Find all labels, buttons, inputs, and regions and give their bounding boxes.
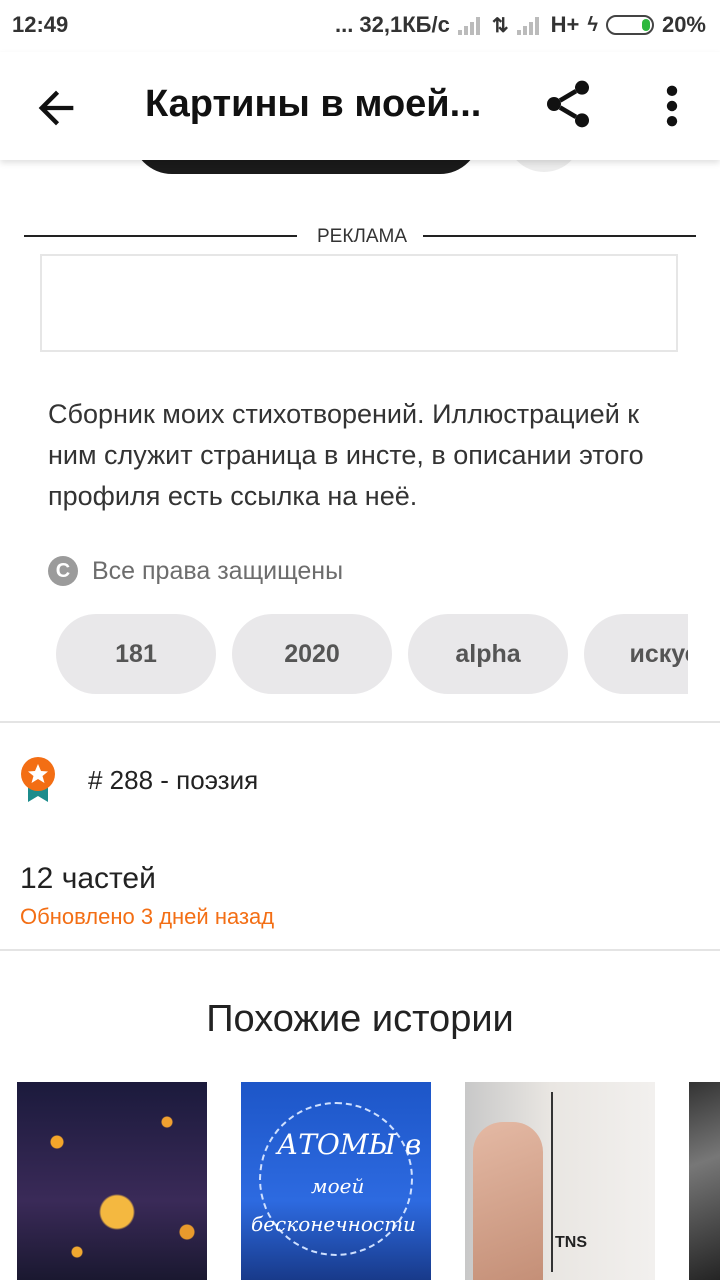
divider-line <box>24 235 297 237</box>
share-button[interactable] <box>540 76 596 132</box>
more-vert-icon <box>666 85 678 127</box>
cover-title: бесконечности <box>251 1212 416 1236</box>
more-options-button[interactable] <box>656 80 688 132</box>
data-arrows-icon: ⇅ <box>491 14 509 37</box>
ranking-row[interactable]: # 288 - поэзия <box>18 756 258 804</box>
signal-icon <box>457 15 484 35</box>
cover-title: TNS <box>555 1234 587 1251</box>
charging-icon: ϟ <box>587 13 598 36</box>
copyright-row: C Все права защищены <box>48 556 343 586</box>
battery-icon <box>605 15 654 35</box>
app-bar: Картины в моей... <box>0 52 720 160</box>
status-icons: ... 32,1КБ/с ⇅ H+ ϟ 20% <box>335 12 706 38</box>
story-description: Сборник моих стихотворений. Иллюстрацией… <box>48 399 644 511</box>
status-bar: 12:49 ... 32,1КБ/с ⇅ H+ ϟ 20% <box>0 0 720 52</box>
cover-title: АТОМЫ в <box>277 1128 422 1161</box>
story-cover[interactable] <box>689 1082 720 1280</box>
story-cover[interactable]: TNS <box>465 1082 655 1280</box>
copyright-icon: C <box>48 556 78 586</box>
battery-percent: 20% <box>661 12 706 37</box>
section-divider <box>0 721 720 723</box>
story-cover[interactable]: АТОМЫ в моей бесконечности <box>241 1082 431 1280</box>
updated-time: Обновлено 3 дней назад <box>20 904 275 929</box>
similar-stories-title: Похожие истории <box>206 998 514 1040</box>
parts-count[interactable]: 12 частей <box>20 862 156 896</box>
page-title: Картины в моей... <box>145 83 482 125</box>
network-type: H+ <box>550 12 580 37</box>
tag-chip[interactable]: искус <box>584 614 688 694</box>
ad-header: РЕКЛАМА <box>24 222 696 252</box>
back-button[interactable] <box>30 82 82 134</box>
network-speed: ... 32,1КБ/с <box>334 12 450 37</box>
cover-image <box>473 1122 543 1280</box>
ranking-badge-icon <box>18 756 58 804</box>
cover-title: моей <box>311 1174 365 1198</box>
tag-chip[interactable]: alpha <box>408 614 568 694</box>
battery-level <box>641 19 650 31</box>
ranking-text: # 288 - поэзия <box>88 764 259 795</box>
tag-chip[interactable]: 2020 <box>232 614 392 694</box>
tag-list: 181 2020 alpha искус <box>56 614 688 694</box>
share-icon <box>547 80 589 128</box>
signal-icon-2 <box>516 15 543 35</box>
story-cover[interactable] <box>17 1082 207 1280</box>
arrow-back-icon <box>38 90 74 126</box>
tag-chip[interactable]: 181 <box>56 614 216 694</box>
status-time: 12:49 <box>12 12 69 37</box>
copyright-text: Все права защищены <box>92 556 344 585</box>
ad-label: РЕКЛАМА <box>316 226 408 247</box>
section-divider <box>0 949 720 951</box>
ad-banner[interactable] <box>40 254 678 352</box>
divider-line <box>423 235 696 237</box>
